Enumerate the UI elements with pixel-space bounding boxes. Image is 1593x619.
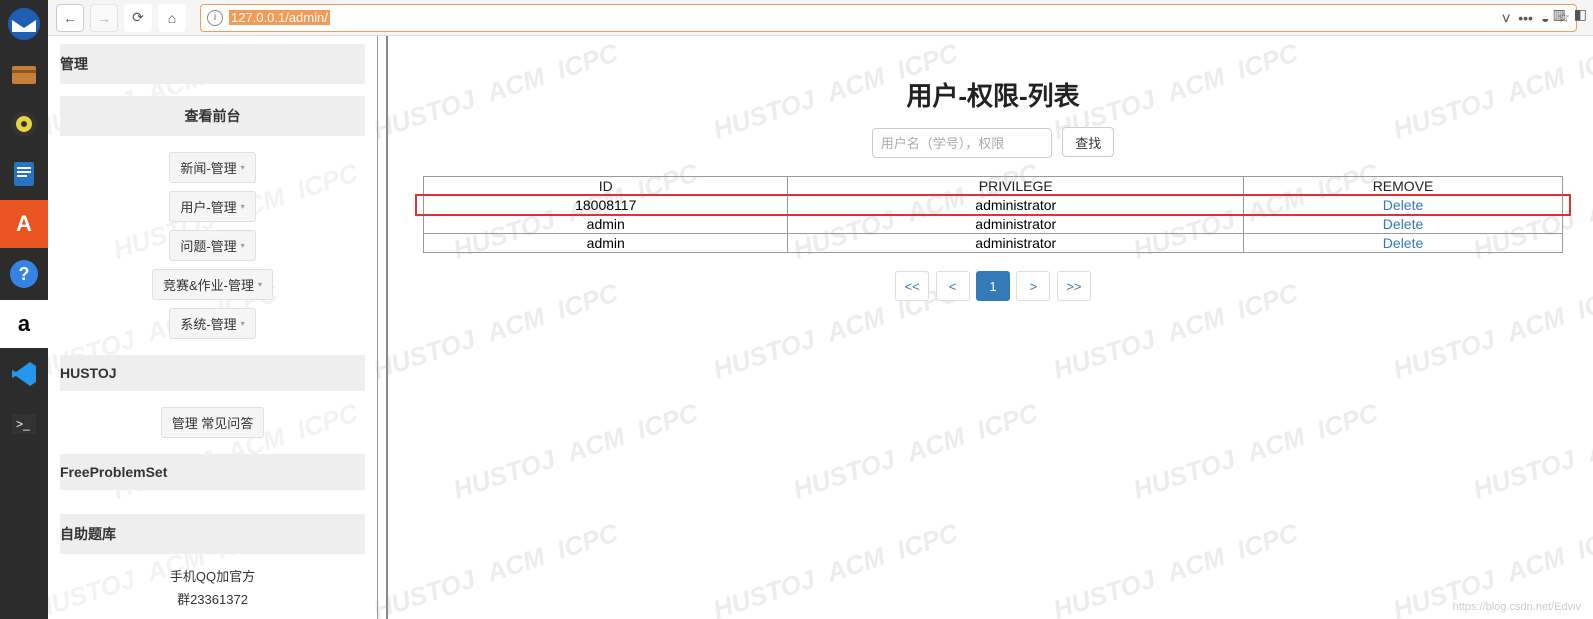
dock-thunderbird-icon[interactable] — [0, 0, 48, 48]
pocket-icon[interactable]: ◒ — [1541, 10, 1549, 26]
delete-link[interactable]: Delete — [1383, 216, 1423, 232]
delete-link[interactable]: Delete — [1383, 235, 1423, 251]
pager-next[interactable]: > — [1016, 271, 1050, 301]
library-icon[interactable]: ▥ — [1553, 6, 1566, 23]
sidebar-item-label: 竞赛&作业-管理 — [163, 275, 254, 294]
pager-prev[interactable]: < — [936, 271, 970, 301]
page: HUSTOJ ACM ICPC HUSTOJ ACM ICPC HUSTOJ A… — [48, 36, 1593, 619]
cell-remove: Delete — [1244, 234, 1563, 253]
pager-last[interactable]: >> — [1057, 271, 1091, 301]
sidebar-qq-line1: 手机QQ加官方 — [60, 566, 365, 585]
admin-sidebar: 管理 查看前台 新闻-管理 ▾ 用户-管理 ▾ 问题-管理 ▾ 竞赛&作业-管理 ▾ 系… — [48, 36, 378, 619]
sidebar-header-fps: FreeProblemSet — [60, 454, 365, 490]
page-title: 用户-权限-列表 — [423, 76, 1563, 113]
dock-vscode-icon[interactable] — [0, 350, 48, 398]
reload-button[interactable]: ⟳ — [124, 4, 152, 32]
sidebar-header-hustoj: HUSTOJ — [60, 355, 365, 391]
search-input[interactable] — [872, 128, 1052, 158]
url-text: 127.0.0.1/admin/ — [229, 10, 330, 25]
sidebar-view-front[interactable]: 查看前台 — [60, 96, 365, 136]
col-privilege: PRIVILEGE — [788, 177, 1244, 196]
sidebar-faq-button[interactable]: 管理 常见问答 — [161, 407, 265, 438]
address-bar[interactable]: i 127.0.0.1/admin/ ⅴ ••• ◒ ☆ — [200, 4, 1577, 32]
sidebar-toggle-icon[interactable]: ◧ — [1574, 6, 1587, 23]
main-content: 用户-权限-列表 查找 ID PRIVILEGE REMOVE 18008117… — [393, 36, 1593, 619]
delete-link[interactable]: Delete — [1383, 197, 1423, 213]
sidebar-item-contests[interactable]: 竞赛&作业-管理 ▾ — [152, 269, 273, 300]
col-remove: REMOVE — [1244, 177, 1563, 196]
dock-files-icon[interactable] — [0, 50, 48, 98]
dock-software-icon[interactable]: A — [0, 200, 48, 248]
table-row: admin administrator Delete — [424, 234, 1563, 253]
browser-toolbar: ← → ⟳ ⌂ i 127.0.0.1/admin/ ⅴ ••• ◒ ☆ ▥ ◧ — [48, 0, 1593, 36]
search-row: 查找 — [423, 127, 1563, 158]
chevron-down-icon: ▾ — [241, 202, 245, 211]
privilege-table: ID PRIVILEGE REMOVE 18008117 administrat… — [423, 176, 1563, 253]
dock-help-icon[interactable]: ? — [0, 250, 48, 298]
sidebar-item-label: 问题-管理 — [180, 236, 236, 255]
home-button[interactable]: ⌂ — [158, 4, 186, 32]
more-icon[interactable]: ••• — [1518, 10, 1533, 26]
table-row: admin administrator Delete — [424, 215, 1563, 234]
table-wrap: ID PRIVILEGE REMOVE 18008117 administrat… — [423, 176, 1563, 253]
sidebar-item-label: 用户-管理 — [180, 197, 236, 216]
pager-page-1[interactable]: 1 — [976, 271, 1010, 301]
csdn-watermark: https://blog.csdn.net/Edviv — [1453, 601, 1581, 613]
chevron-down-icon: ▾ — [241, 163, 245, 172]
dock-libreoffice-icon[interactable] — [0, 150, 48, 198]
chevron-down-icon: ▾ — [258, 280, 262, 289]
cell-remove: Delete — [1244, 196, 1563, 215]
table-row: 18008117 administrator Delete — [424, 196, 1563, 215]
sidebar-item-system[interactable]: 系统-管理 ▾ — [169, 308, 255, 339]
sidebar-qq-line2: 群23361372 — [60, 589, 365, 608]
cell-id: 18008117 — [424, 196, 788, 215]
forward-button[interactable]: → — [90, 4, 118, 32]
sidebar-item-label: 新闻-管理 — [180, 158, 236, 177]
dock-rhythmbox-icon[interactable] — [0, 100, 48, 148]
os-dock: A ? a >_ — [0, 0, 48, 619]
cell-priv: administrator — [788, 215, 1244, 234]
vertical-divider[interactable] — [378, 36, 388, 619]
dock-terminal-icon[interactable]: >_ — [0, 400, 48, 448]
site-info-icon[interactable]: i — [207, 10, 223, 26]
cell-priv: administrator — [788, 196, 1244, 215]
sidebar-item-users[interactable]: 用户-管理 ▾ — [169, 191, 255, 222]
table-header-row: ID PRIVILEGE REMOVE — [424, 177, 1563, 196]
chevron-down-icon: ▾ — [241, 241, 245, 250]
sidebar-item-problems[interactable]: 问题-管理 ▾ — [169, 230, 255, 261]
cell-id: admin — [424, 234, 788, 253]
chevron-down-icon[interactable]: ⅴ — [1502, 9, 1510, 26]
svg-text:>_: >_ — [16, 417, 30, 431]
col-id: ID — [424, 177, 788, 196]
sidebar-header-selfservice: 自助题库 — [60, 514, 365, 554]
pagination: << < 1 > >> — [423, 271, 1563, 301]
sidebar-item-news[interactable]: 新闻-管理 ▾ — [169, 152, 255, 183]
search-button[interactable]: 查找 — [1062, 127, 1114, 157]
cell-priv: administrator — [788, 234, 1244, 253]
pager-first[interactable]: << — [895, 271, 929, 301]
sidebar-item-label: 系统-管理 — [180, 314, 236, 333]
back-button[interactable]: ← — [56, 4, 84, 32]
dock-amazon-icon[interactable]: a — [0, 300, 48, 348]
cell-id: admin — [424, 215, 788, 234]
chevron-down-icon: ▾ — [241, 319, 245, 328]
sidebar-header-manage: 管理 — [60, 44, 365, 84]
cell-remove: Delete — [1244, 215, 1563, 234]
svg-text:?: ? — [19, 264, 30, 284]
